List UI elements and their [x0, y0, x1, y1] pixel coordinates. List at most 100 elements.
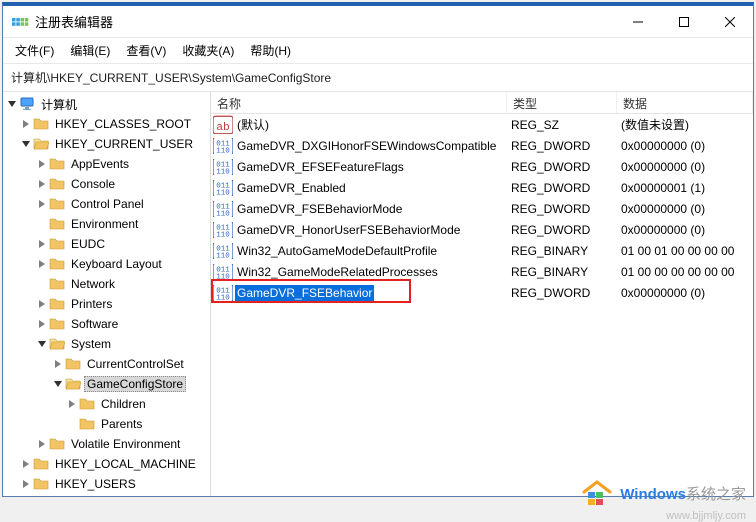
- chevron-down-icon[interactable]: [51, 380, 65, 388]
- folder-icon: [49, 177, 65, 191]
- chevron-down-icon[interactable]: [19, 140, 33, 148]
- value-row[interactable]: GameDVR_FSEBehaviorModeREG_DWORD0x000000…: [211, 198, 753, 219]
- chevron-right-icon[interactable]: [35, 440, 49, 448]
- folder-icon: [49, 157, 65, 171]
- value-icon: [213, 201, 233, 217]
- watermark: Windows系统之家 www.bjjmljy.com: [580, 478, 746, 508]
- watermark-text1: Windows: [620, 486, 686, 503]
- value-name: GameDVR_DXGIHonorFSEWindowsCompatible: [235, 138, 498, 154]
- value-row[interactable]: (默认)REG_SZ(数值未设置): [211, 114, 753, 135]
- tree-pane[interactable]: 计算机 HKEY_CLASSES_ROOT HKEY_CURRENT_USER …: [3, 92, 211, 496]
- value-row[interactable]: GameDVR_HonorUserFSEBehaviorModeREG_DWOR…: [211, 219, 753, 240]
- value-row[interactable]: GameDVR_FSEBehaviorREG_DWORD0x00000000 (…: [211, 282, 753, 303]
- tree-gameconfigstore[interactable]: GameConfigStore: [5, 374, 210, 394]
- column-name[interactable]: 名称: [211, 92, 507, 113]
- chevron-right-icon[interactable]: [19, 120, 33, 128]
- folder-icon: [65, 357, 81, 371]
- minimize-button[interactable]: [615, 7, 661, 37]
- folder-icon: [49, 257, 65, 271]
- value-row[interactable]: GameDVR_EnabledREG_DWORD0x00000001 (1): [211, 177, 753, 198]
- tree-appevents[interactable]: AppEvents: [5, 154, 210, 174]
- tree-hkcu[interactable]: HKEY_CURRENT_USER: [5, 134, 210, 154]
- value-row[interactable]: Win32_AutoGameModeDefaultProfile REG_BINA…: [211, 240, 753, 261]
- tree-parents[interactable]: Parents: [5, 414, 210, 434]
- chevron-right-icon[interactable]: [35, 320, 49, 328]
- value-type: REG_DWORD: [505, 181, 615, 195]
- value-type: REG_BINARY: [505, 265, 615, 279]
- tree-computer[interactable]: 计算机: [5, 94, 210, 114]
- list-header[interactable]: 名称 类型 数据: [211, 92, 753, 114]
- tree-network[interactable]: Network: [5, 274, 210, 294]
- value-icon: [213, 159, 233, 175]
- value-name: GameDVR_HonorUserFSEBehaviorMode: [235, 222, 462, 238]
- value-icon: [213, 264, 233, 280]
- column-type[interactable]: 类型: [507, 92, 617, 113]
- folder-open-icon: [65, 377, 81, 391]
- value-row[interactable]: GameDVR_DXGIHonorFSEWindowsCompatibleREG…: [211, 135, 753, 156]
- tree-children[interactable]: Children: [5, 394, 210, 414]
- menu-file[interactable]: 文件(F): [9, 39, 60, 62]
- value-type: REG_DWORD: [505, 286, 615, 300]
- tree-eudc[interactable]: EUDC: [5, 234, 210, 254]
- value-name: Win32_GameModeRelatedProcesses: [235, 264, 440, 280]
- pc-icon: [19, 97, 35, 111]
- folder-icon: [49, 297, 65, 311]
- chevron-down-icon[interactable]: [35, 340, 49, 348]
- value-name: Win32_AutoGameModeDefaultProfile: [235, 243, 439, 259]
- menu-help[interactable]: 帮助(H): [244, 39, 297, 62]
- value-icon: [213, 243, 233, 259]
- value-row[interactable]: GameDVR_EFSEFeatureFlagsREG_DWORD0x00000…: [211, 156, 753, 177]
- menu-view[interactable]: 查看(V): [120, 39, 172, 62]
- tree-volatile-environment[interactable]: Volatile Environment: [5, 434, 210, 454]
- chevron-right-icon[interactable]: [51, 360, 65, 368]
- close-button[interactable]: [707, 7, 753, 37]
- value-data: 0x00000000 (0): [615, 202, 753, 216]
- titlebar[interactable]: 注册表编辑器: [3, 6, 753, 38]
- folder-open-icon: [49, 337, 65, 351]
- address-bar[interactable]: 计算机\HKEY_CURRENT_USER\System\GameConfigS…: [3, 64, 753, 92]
- house-icon: [580, 478, 614, 508]
- folder-icon: [79, 397, 95, 411]
- value-data: 0x00000000 (0): [615, 286, 753, 300]
- folder-icon: [33, 117, 49, 131]
- chevron-right-icon[interactable]: [35, 200, 49, 208]
- folder-icon: [33, 477, 49, 491]
- tree-currentcontrolset[interactable]: CurrentControlSet: [5, 354, 210, 374]
- folder-icon: [33, 457, 49, 471]
- value-data: 01 00 00 00 00 00 00: [615, 265, 753, 279]
- chevron-right-icon[interactable]: [35, 300, 49, 308]
- value-type: REG_BINARY: [505, 244, 615, 258]
- value-name: GameDVR_Enabled: [235, 180, 348, 196]
- value-row[interactable]: Win32_GameModeRelatedProcesses REG_BINARY…: [211, 261, 753, 282]
- value-icon: [213, 138, 233, 154]
- address-path: 计算机\HKEY_CURRENT_USER\System\GameConfigS…: [11, 69, 331, 86]
- chevron-right-icon[interactable]: [19, 480, 33, 488]
- chevron-right-icon[interactable]: [35, 160, 49, 168]
- watermark-text2: 系统之家: [686, 486, 746, 503]
- value-icon: [213, 117, 233, 133]
- tree-printers[interactable]: Printers: [5, 294, 210, 314]
- chevron-right-icon[interactable]: [35, 260, 49, 268]
- tree-console[interactable]: Console: [5, 174, 210, 194]
- tree-hkcc[interactable]: HKEY_CURRENT_CONFIG: [5, 494, 210, 496]
- chevron-right-icon[interactable]: [65, 400, 79, 408]
- value-name: GameDVR_EFSEFeatureFlags: [235, 159, 406, 175]
- tree-software[interactable]: Software: [5, 314, 210, 334]
- chevron-right-icon[interactable]: [35, 180, 49, 188]
- menu-edit[interactable]: 编辑(E): [64, 39, 116, 62]
- maximize-button[interactable]: [661, 7, 707, 37]
- chevron-right-icon[interactable]: [35, 240, 49, 248]
- column-data[interactable]: 数据: [617, 92, 753, 113]
- chevron-right-icon[interactable]: [19, 460, 33, 468]
- tree-hku[interactable]: HKEY_USERS: [5, 474, 210, 494]
- value-type: REG_DWORD: [505, 160, 615, 174]
- tree-hkcr[interactable]: HKEY_CLASSES_ROOT: [5, 114, 210, 134]
- tree-system[interactable]: System: [5, 334, 210, 354]
- tree-environment[interactable]: Environment: [5, 214, 210, 234]
- tree-control-panel[interactable]: Control Panel: [5, 194, 210, 214]
- tree-hklm[interactable]: HKEY_LOCAL_MACHINE: [5, 454, 210, 474]
- chevron-down-icon[interactable]: [5, 100, 19, 108]
- tree-keyboard-layout[interactable]: Keyboard Layout: [5, 254, 210, 274]
- list-body[interactable]: (默认)REG_SZ(数值未设置)GameDVR_DXGIHonorFSEWin…: [211, 114, 753, 496]
- menu-favorites[interactable]: 收藏夹(A): [176, 39, 240, 62]
